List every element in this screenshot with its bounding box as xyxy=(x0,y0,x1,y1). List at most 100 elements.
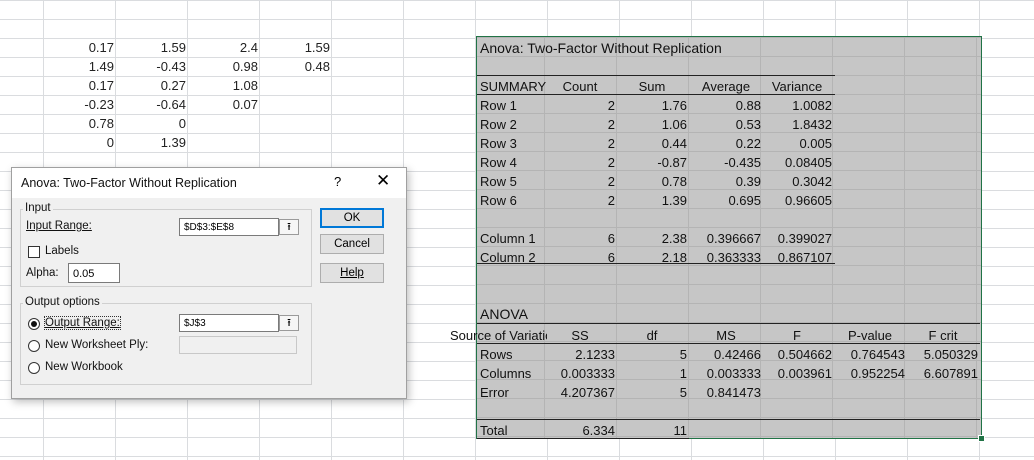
summary-cell: 1.8432 xyxy=(792,117,832,132)
data-cell[interactable]: 1.39 xyxy=(116,133,186,152)
column-summary-cell: Column 2 xyxy=(480,250,536,265)
data-cell[interactable] xyxy=(260,114,330,133)
anova-cell: 0.003333 xyxy=(706,366,761,381)
table-rule xyxy=(477,419,980,420)
table-rule xyxy=(477,94,835,95)
summary-cell: 2 xyxy=(607,174,615,189)
data-cell[interactable]: -0.64 xyxy=(116,95,186,114)
data-cell[interactable]: 1.59 xyxy=(116,38,186,57)
alpha-field[interactable]: 0.05 xyxy=(68,263,120,283)
anova-cell: 0.003333 xyxy=(560,366,615,381)
anova-dialog: Anova: Two-Factor Without Replication ? … xyxy=(11,167,407,399)
column-summary-cell: 6 xyxy=(607,250,615,265)
help-icon[interactable]: ? xyxy=(334,174,341,189)
output-range-label-text: Output Range: xyxy=(45,317,120,329)
summary-cell: 0.88 xyxy=(735,98,761,113)
column-summary-cell: 0.399027 xyxy=(777,231,832,246)
new-worksheet-label: New Worksheet Ply: xyxy=(45,339,149,351)
anova-cell: 6.607891 xyxy=(923,366,978,381)
input-range-label-text: Input Range: xyxy=(26,220,92,232)
anova-cell xyxy=(908,383,978,402)
input-range-collapse-icon[interactable]: ⭱ xyxy=(279,219,299,235)
summary-cell: 0.96605 xyxy=(785,193,832,208)
summary-cell: 0.39 xyxy=(735,174,761,189)
column-summary-cell: 0.867107 xyxy=(777,250,832,265)
table-rule xyxy=(477,263,835,264)
new-worksheet-field xyxy=(179,336,297,354)
new-workbook-radio[interactable] xyxy=(28,362,40,374)
data-cell[interactable]: 0.48 xyxy=(260,57,330,76)
data-cell[interactable]: 0.17 xyxy=(44,76,114,95)
anova-output-range[interactable]: Anova: Two-Factor Without Replication SU… xyxy=(450,36,982,439)
summary-cell: 2 xyxy=(607,136,615,151)
summary-cell: 1.39 xyxy=(661,193,687,208)
anova-cell: 0.504662 xyxy=(777,347,832,362)
close-icon[interactable]: ✕ xyxy=(376,171,390,191)
help-button[interactable]: Help xyxy=(320,263,384,283)
data-cell[interactable]: 0.27 xyxy=(116,76,186,95)
alpha-label: Alpha: xyxy=(26,267,59,279)
anova-cell: 2.1233 xyxy=(575,347,615,362)
anova-cell: 4.207367 xyxy=(560,385,615,400)
labels-label: Labels xyxy=(45,245,79,257)
new-worksheet-radio[interactable] xyxy=(28,340,40,352)
table-rule xyxy=(477,343,980,344)
dialog-titlebar[interactable]: Anova: Two-Factor Without Replication ? … xyxy=(12,168,406,198)
data-cell[interactable] xyxy=(188,114,258,133)
summary-cell: -0.435 xyxy=(724,155,761,170)
output-range-radio[interactable] xyxy=(28,318,40,330)
column-summary-cell: 0.396667 xyxy=(706,231,761,246)
summary-cell: 0.695 xyxy=(728,193,761,208)
summary-cell: 2 xyxy=(607,193,615,208)
data-cell[interactable]: 0 xyxy=(116,114,186,133)
data-cell[interactable]: 0.78 xyxy=(44,114,114,133)
help-button-label: Help xyxy=(340,267,364,279)
table-rule xyxy=(477,75,835,76)
data-cell[interactable] xyxy=(260,95,330,114)
data-cell[interactable] xyxy=(188,133,258,152)
output-title: Anova: Two-Factor Without Replication xyxy=(480,40,722,56)
column-summary-cell: 2.38 xyxy=(661,231,687,246)
summary-cell: 0.005 xyxy=(799,136,832,151)
labels-checkbox[interactable] xyxy=(28,246,40,258)
summary-cell: 0.78 xyxy=(661,174,687,189)
ok-button[interactable]: OK xyxy=(320,208,384,228)
anova-cell xyxy=(835,383,905,402)
output-range-field[interactable]: $J$3 xyxy=(179,314,279,332)
anova-cell: 5.050329 xyxy=(923,347,978,362)
summary-cell: 2 xyxy=(607,155,615,170)
fill-handle[interactable] xyxy=(978,435,985,442)
data-cell[interactable] xyxy=(260,133,330,152)
column-summary-cell: 2.18 xyxy=(661,250,687,265)
anova-cell: 5 xyxy=(679,347,687,362)
column-summary-cell: Column 1 xyxy=(480,231,536,246)
summary-cell: 2 xyxy=(607,98,615,113)
column-summary-cell: 0.363333 xyxy=(706,250,761,265)
anova-title: ANOVA xyxy=(480,306,528,322)
anova-cell: 1 xyxy=(679,366,687,381)
anova-cell: 0.764543 xyxy=(850,347,905,362)
table-rule xyxy=(477,323,980,324)
summary-cell: Row 6 xyxy=(480,193,517,208)
cancel-button[interactable]: Cancel xyxy=(320,234,384,254)
anova-cell: 5 xyxy=(679,385,687,400)
data-cell[interactable]: -0.23 xyxy=(44,95,114,114)
data-cell[interactable]: 1.08 xyxy=(188,76,258,95)
summary-cell: 1.06 xyxy=(661,117,687,132)
data-cell[interactable]: 1.49 xyxy=(44,57,114,76)
output-range-collapse-icon[interactable]: ⭱ xyxy=(279,315,299,331)
summary-cell: 0.3042 xyxy=(792,174,832,189)
data-cell[interactable]: 0.07 xyxy=(188,95,258,114)
data-cell[interactable]: 0.98 xyxy=(188,57,258,76)
input-range-field[interactable]: $D$3:$E$8 xyxy=(179,218,279,236)
anova-cell xyxy=(762,383,832,402)
data-cell[interactable]: 0 xyxy=(44,133,114,152)
new-workbook-label: New Workbook xyxy=(45,361,123,373)
summary-cell: 0.22 xyxy=(735,136,761,151)
data-cell[interactable]: 2.4 xyxy=(188,38,258,57)
data-cell[interactable]: 0.17 xyxy=(44,38,114,57)
data-cell[interactable]: 1.59 xyxy=(260,38,330,57)
data-cell[interactable]: -0.43 xyxy=(116,57,186,76)
data-cell[interactable] xyxy=(260,76,330,95)
anova-cell: Columns xyxy=(480,366,532,381)
